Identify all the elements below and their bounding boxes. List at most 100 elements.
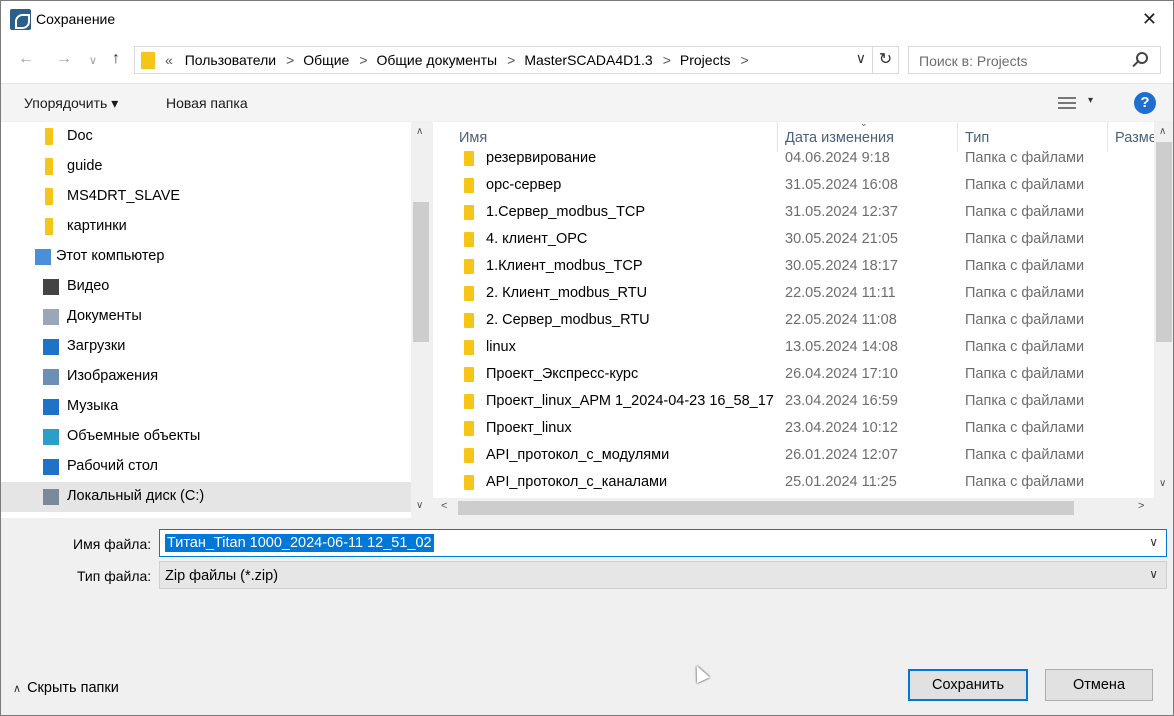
folder-icon (464, 259, 474, 274)
scroll-up-icon[interactable]: ∧ (1159, 126, 1166, 137)
toolbar: Упорядочить ▾ Новая папка ▾ ? (1, 83, 1173, 121)
file-row[interactable]: 1.Сервер_modbus_TCP 31.05.2024 12:37 Папка… (433, 199, 1153, 226)
tree-item[interactable]: Видео (1, 272, 411, 302)
refresh-icon[interactable]: ↻ (872, 47, 898, 73)
chevron-right-icon[interactable]: > (740, 52, 748, 68)
chevron-right-icon[interactable]: > (286, 52, 294, 68)
tree-item[interactable]: MS4DRT_SLAVE (1, 182, 411, 212)
tree-item[interactable]: Музыка (1, 392, 411, 422)
organize-button[interactable]: Упорядочить ▾ (24, 95, 118, 112)
up-arrow-icon[interactable]: ↑ (112, 50, 120, 68)
scrollbar-thumb[interactable] (458, 501, 1074, 515)
hide-folders-label: Скрыть папки (27, 680, 119, 696)
column-header-size[interactable]: Разме (1115, 130, 1157, 146)
back-arrow-icon[interactable]: ← (18, 50, 34, 68)
breadcrumb-public[interactable]: Общие (303, 52, 349, 68)
chevron-right-icon[interactable]: > (507, 52, 515, 68)
folder-icon (141, 52, 155, 69)
tree-item[interactable]: Объемные объекты (1, 422, 411, 452)
scroll-right-icon[interactable]: > (1138, 500, 1144, 512)
tree-item[interactable]: Локальный диск (C:) (1, 482, 411, 512)
cancel-button[interactable]: Отмена (1045, 669, 1153, 701)
hide-folders-button[interactable]: ∧ Скрыть папки (13, 680, 119, 696)
tree-item[interactable]: Рабочий стол (1, 452, 411, 482)
file-row[interactable]: Проект_Экспресс-курс 26.04.2024 17:10 Папк… (433, 361, 1153, 388)
filetype-select[interactable]: Zip файлы (*.zip) ∨ (159, 561, 1167, 589)
tree-item-label: картинки (67, 218, 127, 234)
file-type: Папка с файлами (965, 231, 1085, 247)
scroll-down-icon[interactable]: ∨ (1159, 478, 1166, 489)
file-name: 2. Клиент_modbus_RTU (486, 285, 648, 301)
scrollbar-thumb[interactable] (413, 202, 429, 342)
view-options-icon[interactable] (1058, 97, 1076, 109)
chevron-right-icon[interactable]: > (359, 52, 367, 68)
tree-item[interactable]: Загрузки (1, 332, 411, 362)
tree-item[interactable]: guide (1, 152, 411, 182)
column-header-type[interactable]: Тип (965, 130, 989, 146)
file-row[interactable]: 1.Клиент_modbus_TCP 30.05.2024 18:17 Папка… (433, 253, 1153, 280)
file-type: Папка с файлами (965, 420, 1085, 436)
documents-icon (43, 309, 59, 325)
chevron-down-icon[interactable]: ∨ (1149, 535, 1158, 549)
file-list-vertical-scrollbar[interactable]: ∧ ∨ (1154, 122, 1173, 498)
file-date: 31.05.2024 16:08 (785, 177, 898, 193)
filename-value[interactable]: Титан_Titan 1000_2024-06-11 12_51_02 (165, 534, 434, 552)
file-type: Папка с файлами (965, 177, 1085, 193)
file-row[interactable]: linux 13.05.2024 14:08 Папка с файлами (433, 334, 1153, 361)
file-list-horizontal-scrollbar[interactable]: < > (433, 498, 1173, 518)
folder-icon (45, 218, 53, 235)
tree-item[interactable]: Документы (1, 302, 411, 332)
chevron-down-icon[interactable]: ∨ (1149, 567, 1158, 581)
folder-icon (464, 205, 474, 220)
folder-icon (464, 340, 474, 355)
save-form: Имя файла: Титан_Titan 1000_2024-06-11 1… (1, 518, 1173, 715)
filename-input[interactable]: Титан_Titan 1000_2024-06-11 12_51_02 ∨ (159, 529, 1167, 557)
file-row[interactable]: 4. клиент_OPC 30.05.2024 21:05 Папка с фай… (433, 226, 1153, 253)
file-row[interactable]: 2. Клиент_modbus_RTU 22.05.2024 11:11 Папк… (433, 280, 1153, 307)
search-input[interactable]: Поиск в: Projects (908, 46, 1161, 74)
folder-icon (464, 421, 474, 436)
file-type: Папка с файлами (965, 312, 1085, 328)
breadcrumb-users[interactable]: Пользователи (185, 52, 276, 68)
column-header-name[interactable]: Имя (459, 130, 487, 146)
tree-item[interactable]: Doc (1, 122, 411, 152)
scroll-down-icon[interactable]: ∨ (416, 500, 423, 511)
breadcrumb-masterscada[interactable]: MasterSCADA4D1.3 (524, 52, 652, 68)
scroll-left-icon[interactable]: < (441, 500, 447, 512)
save-button[interactable]: Сохранить (908, 669, 1028, 701)
tree-item[interactable]: Изображения (1, 362, 411, 392)
tree-item-label: Музыка (67, 398, 119, 414)
chevron-down-icon[interactable]: ▾ (1088, 95, 1093, 106)
file-row[interactable]: API_протокол_с_каналами 25.01.2024 11:25 П… (433, 469, 1153, 496)
file-date: 26.04.2024 17:10 (785, 366, 898, 382)
tree-item[interactable]: Этот компьютер (1, 242, 411, 272)
breadcrumb-projects[interactable]: Projects (680, 52, 731, 68)
chevron-down-icon[interactable]: ∨ (856, 50, 866, 67)
file-row[interactable]: резервирование 04.06.2024 9:18 Папка с фай… (433, 145, 1153, 172)
tree-item[interactable]: картинки (1, 212, 411, 242)
close-icon[interactable]: ✕ (1142, 9, 1157, 29)
tree-item-label: Объемные объекты (67, 428, 201, 444)
breadcrumb-public-documents[interactable]: Общие документы (377, 52, 498, 68)
scrollbar-thumb[interactable] (1156, 142, 1172, 342)
file-name: 1.Клиент_modbus_TCP (486, 258, 643, 274)
address-bar[interactable]: « Пользователи > Общие > Общие документы > Mas… (134, 46, 899, 74)
file-row[interactable]: Проект_linux 23.04.2024 10:12 Папка с файл… (433, 415, 1153, 442)
scroll-up-icon[interactable]: ∧ (416, 126, 423, 137)
new-folder-button[interactable]: Новая папка (166, 95, 248, 111)
recent-locations-icon[interactable]: ∨ (89, 54, 97, 67)
file-row[interactable]: 2. Сервер_modbus_RTU 22.05.2024 11:08 Папк… (433, 307, 1153, 334)
navigation-pane-scrollbar[interactable]: ∧ ∨ (411, 122, 431, 518)
breadcrumb-overflow[interactable]: « (165, 52, 173, 68)
file-row[interactable]: opc-сервер 31.05.2024 16:08 Папка с файлам… (433, 172, 1153, 199)
chevron-right-icon[interactable]: > (663, 52, 671, 68)
column-header-date[interactable]: Дата изменения (785, 130, 894, 146)
search-icon[interactable] (1136, 52, 1148, 64)
help-icon[interactable]: ? (1134, 92, 1156, 114)
downloads-icon (43, 339, 59, 355)
folder-icon (45, 188, 53, 205)
file-row[interactable]: API_протокол_с_модулями 26.01.2024 12:07 П… (433, 442, 1153, 469)
file-row[interactable]: Проект_linux_АРМ 1_2024-04-23 16_58_17 23… (433, 388, 1153, 415)
forward-arrow-icon[interactable]: → (56, 50, 72, 68)
file-date: 31.05.2024 12:37 (785, 204, 898, 220)
